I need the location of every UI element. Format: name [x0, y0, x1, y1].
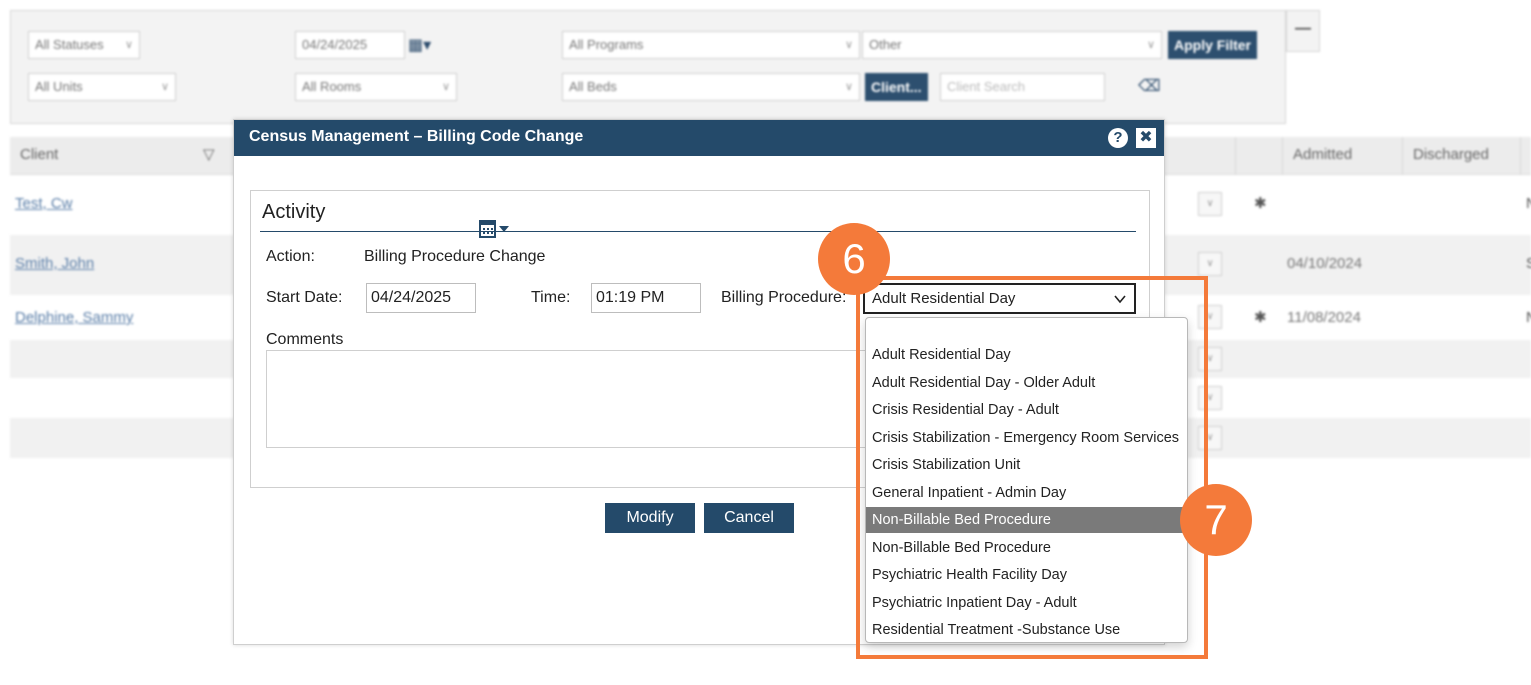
comments-label: Comments	[266, 331, 344, 348]
other-filter-value: Other	[869, 37, 902, 52]
apply-filter-button[interactable]: Apply Filter	[1168, 31, 1258, 59]
section-divider	[260, 231, 1136, 232]
dialog-title: Census Management – Billing Code Change	[249, 128, 584, 145]
chevron-down-icon: ∨	[1146, 39, 1155, 51]
action-value: Billing Procedure Change	[364, 248, 546, 265]
start-date-label: Start Date:	[266, 289, 343, 306]
row-edge-cell: S	[1526, 255, 1531, 272]
admitted-column-header[interactable]: Admitted	[1293, 137, 1352, 175]
step-7-callout: 7	[1180, 484, 1252, 556]
chevron-down-icon: ∨	[160, 81, 169, 93]
programs-filter-value: All Programs	[569, 37, 644, 52]
eraser-icon[interactable]: ⌫	[1138, 76, 1161, 96]
units-filter-value: All Units	[35, 79, 83, 94]
calendar-icon[interactable]: ▦▾	[408, 35, 431, 55]
admitted-date: 04/10/2024	[1287, 255, 1363, 272]
discharged-column-header[interactable]: Discharged	[1413, 137, 1489, 175]
filter-panel	[10, 10, 1286, 124]
client-link[interactable]: Delphine, Sammy	[15, 309, 133, 326]
chevron-down-icon: ∨	[124, 39, 133, 51]
close-icon[interactable]: ✖	[1136, 128, 1156, 148]
programs-filter-select[interactable]: All Programs ∨	[562, 31, 860, 59]
date-filter-input[interactable]: 04/24/2025	[295, 31, 405, 59]
filter-icon[interactable]: ▽	[203, 137, 215, 175]
beds-filter-select[interactable]: All Beds ∨	[562, 73, 860, 101]
rooms-filter-value: All Rooms	[302, 79, 362, 94]
activity-section-title: Activity	[262, 201, 326, 223]
comments-textarea[interactable]	[266, 350, 866, 448]
admitted-date: 11/08/2024	[1287, 309, 1361, 326]
status-filter-value: All Statuses	[35, 37, 104, 52]
other-filter-select[interactable]: Other ∨	[862, 31, 1162, 59]
time-label: Time:	[531, 289, 571, 306]
column-divider	[1520, 137, 1521, 175]
column-divider	[1235, 137, 1236, 175]
callout-highlight-frame	[856, 276, 1208, 659]
client-search-input[interactable]: Client Search	[940, 73, 1105, 101]
start-date-input[interactable]: 04/24/2025	[366, 283, 476, 313]
chevron-down-icon: ∨	[844, 81, 853, 93]
client-column-header[interactable]: Client	[20, 137, 58, 175]
date-filter-value: 04/24/2025	[302, 37, 368, 52]
dialog-title-bar: Census Management – Billing Code Change …	[234, 120, 1164, 156]
help-icon[interactable]: ?	[1108, 128, 1128, 148]
client-link[interactable]: Smith, John	[15, 255, 94, 272]
modify-button[interactable]: Modify	[605, 503, 695, 533]
action-label: Action:	[266, 248, 315, 265]
client-select-button[interactable]: Client...	[865, 73, 928, 101]
status-filter-select[interactable]: All Statuses ∨	[28, 31, 140, 59]
row-action-dropdown[interactable]: ∨	[1198, 192, 1222, 216]
client-link[interactable]: Test, Cw	[15, 195, 73, 212]
column-divider	[1402, 137, 1403, 175]
chevron-down-icon: ∨	[844, 39, 853, 51]
row-action-dropdown[interactable]: ∨	[1198, 252, 1222, 276]
chevron-down-icon: ∨	[441, 81, 450, 93]
beds-filter-value: All Beds	[569, 79, 617, 94]
collapse-filter-button[interactable]: —	[1286, 10, 1320, 52]
time-input[interactable]: 01:19 PM	[591, 283, 701, 313]
row-edge-cell: N	[1526, 195, 1531, 212]
column-divider	[1282, 137, 1283, 175]
billing-procedure-label: Billing Procedure:	[721, 289, 847, 306]
pin-icon[interactable]: ✱	[1254, 308, 1267, 326]
cancel-button[interactable]: Cancel	[704, 503, 794, 533]
calendar-icon[interactable]	[478, 218, 514, 242]
row-edge-cell: N	[1526, 309, 1531, 326]
pin-icon[interactable]: ✱	[1254, 194, 1267, 212]
rooms-filter-select[interactable]: All Rooms ∨	[295, 73, 457, 101]
step-6-callout: 6	[818, 223, 890, 295]
units-filter-select[interactable]: All Units ∨	[28, 73, 176, 101]
